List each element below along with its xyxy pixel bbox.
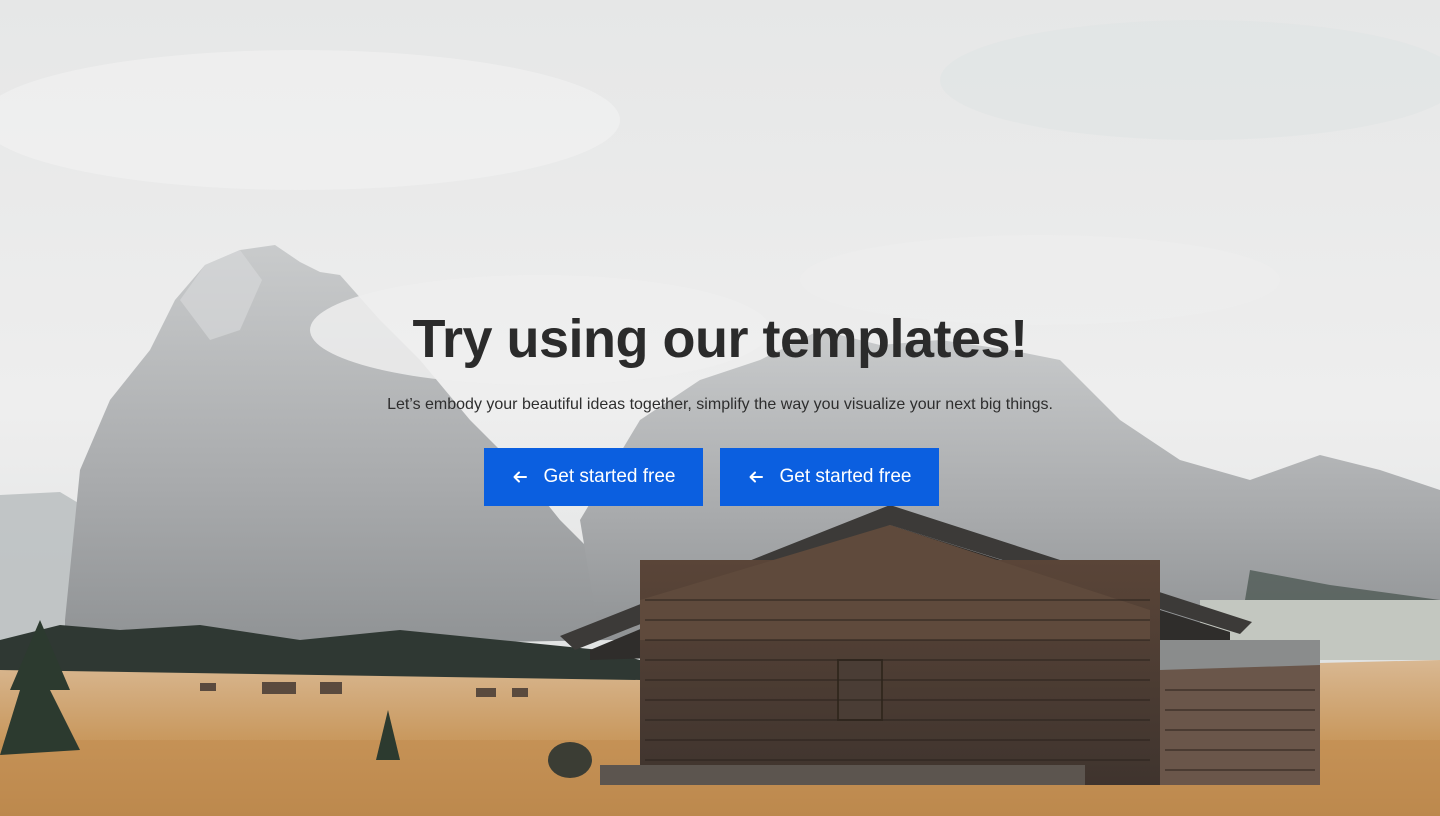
get-started-button-2[interactable]: Get started free	[720, 448, 939, 506]
get-started-button-label: Get started free	[543, 466, 676, 487]
get-started-button-1[interactable]: Get started free	[484, 448, 703, 506]
hero-subtitle: Let’s embody your beautiful ideas togeth…	[387, 396, 1053, 413]
page-title: Try using our templates!	[412, 309, 1028, 369]
arrow-left-icon	[747, 468, 765, 486]
hero-section: Try using our templates! Let’s embody yo…	[0, 0, 1440, 816]
get-started-button-label: Get started free	[779, 466, 912, 487]
arrow-left-icon	[511, 468, 529, 486]
hero-content: Try using our templates! Let’s embody yo…	[0, 0, 1440, 816]
